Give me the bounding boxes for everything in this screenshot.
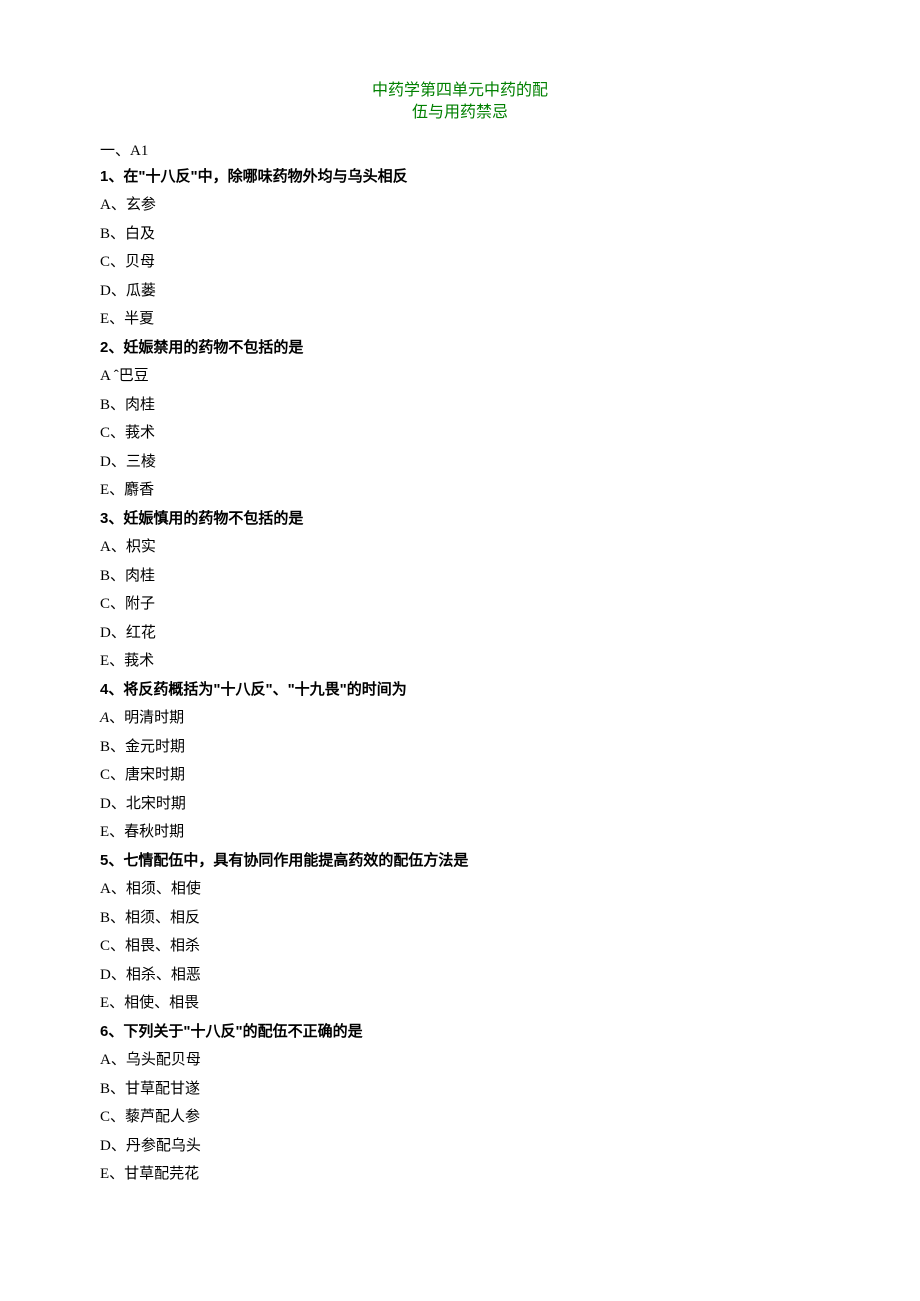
option: E、春秋时期 [100, 821, 820, 844]
option: A、枳实 [100, 536, 820, 559]
option-text: 、明清时期 [109, 710, 184, 726]
option: D、相杀、相恶 [100, 964, 820, 987]
option: B、相须、相反 [100, 907, 820, 930]
title-line2: 伍与用药禁忌 [412, 104, 508, 121]
option-letter-italic: A [100, 710, 109, 726]
option: C、莪术 [100, 422, 820, 445]
title-line1: 中药学第四单元中药的配 [372, 82, 548, 99]
option: E、莪术 [100, 650, 820, 673]
page-title: 中药学第四单元中药的配 伍与用药禁忌 [100, 80, 820, 125]
section-header: 一、A1 [100, 139, 820, 160]
option: C、附子 [100, 593, 820, 616]
question-stem: 5、七情配伍中，具有协同作用能提高药效的配伍方法是 [100, 850, 820, 873]
option: A、相须、相使 [100, 878, 820, 901]
option: A、明清时期 [100, 707, 820, 730]
option: C、藜芦配人参 [100, 1106, 820, 1129]
option: D、红花 [100, 622, 820, 645]
option: E、麝香 [100, 479, 820, 502]
option: A、乌头配贝母 [100, 1049, 820, 1072]
option: B、甘草配甘遂 [100, 1078, 820, 1101]
option: D、丹参配乌头 [100, 1135, 820, 1158]
option: B、肉桂 [100, 565, 820, 588]
option: D、瓜蒌 [100, 280, 820, 303]
option: C、相畏、相杀 [100, 935, 820, 958]
option: B、金元时期 [100, 736, 820, 759]
question-stem: 6、下列关于"十八反"的配伍不正确的是 [100, 1021, 820, 1044]
question-stem: 2、妊娠禁用的药物不包括的是 [100, 337, 820, 360]
option: A、玄参 [100, 194, 820, 217]
option: B、肉桂 [100, 394, 820, 417]
question-stem: 3、妊娠慎用的药物不包括的是 [100, 508, 820, 531]
option: A ˆ巴豆 [100, 365, 820, 388]
option: C、贝母 [100, 251, 820, 274]
question-stem: 4、将反药概括为"十八反"、"十九畏"的时间为 [100, 679, 820, 702]
option: E、甘草配芫花 [100, 1163, 820, 1186]
option: D、三棱 [100, 451, 820, 474]
option: C、唐宋时期 [100, 764, 820, 787]
option: E、相使、相畏 [100, 992, 820, 1015]
option: D、北宋时期 [100, 793, 820, 816]
option: E、半夏 [100, 308, 820, 331]
option: B、白及 [100, 223, 820, 246]
question-stem: 1、在"十八反"中，除哪味药物外均与乌头相反 [100, 166, 820, 189]
